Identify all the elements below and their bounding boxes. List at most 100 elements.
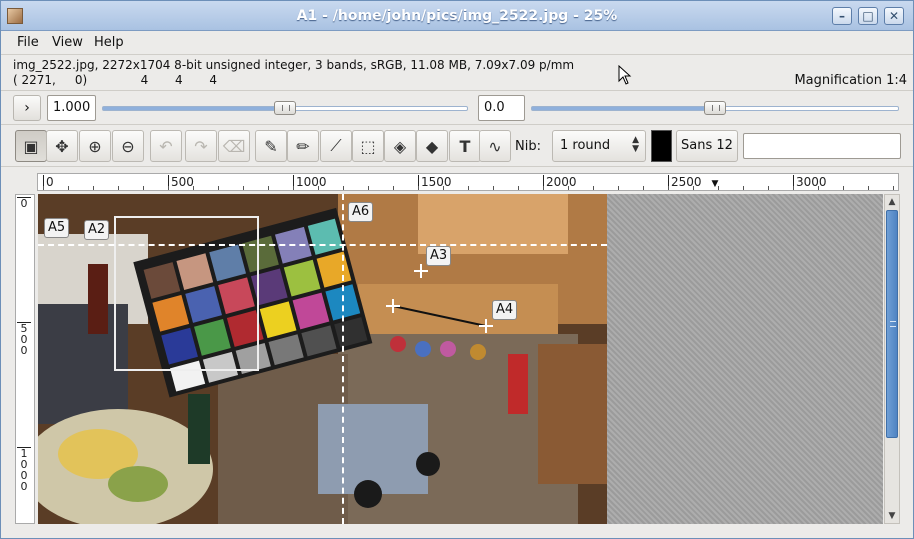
ruler-top-tick — [843, 186, 844, 190]
image-description: img_2522.jpg, 2272x1704 8-bit unsigned i… — [13, 58, 575, 72]
vertical-scrollbar[interactable]: ▲ ▼ — [884, 194, 900, 524]
ruler-top-label: 0 — [43, 175, 54, 190]
scroll-up-icon[interactable]: ▲ — [885, 195, 899, 209]
scrollbar-thumb[interactable] — [886, 210, 898, 438]
pixel-readout: ( 2271, 0) 4 4 4 — [13, 73, 217, 87]
ruler-top-tick — [268, 186, 269, 190]
ruler-top-tick — [168, 186, 169, 190]
ruler-top-tick — [518, 186, 519, 190]
close-button[interactable]: ✕ — [884, 7, 904, 25]
select-tool-button[interactable]: ▣ — [15, 130, 47, 162]
ruler-top-tick — [493, 186, 494, 190]
ruler-top-tick — [893, 186, 894, 190]
title-bar[interactable]: A1 - /home/john/pics/img_2522.jpg - 25% … — [1, 1, 913, 31]
redo-tool-button[interactable]: ↷ — [185, 130, 217, 162]
text-input[interactable] — [743, 133, 901, 159]
ruler-top-label: 500 — [168, 175, 194, 190]
pen-tool-button[interactable]: ✏ — [287, 130, 319, 162]
ruler-top-label: 2000 — [543, 175, 577, 190]
region-a4-line[interactable] — [38, 194, 607, 524]
scale-input[interactable]: 1.000 — [47, 95, 96, 121]
ruler-top-tick — [693, 186, 694, 190]
grip-icon — [890, 321, 896, 327]
paint-toolbar: Nib: 1 round ▲ ▼ Sans 12 ▣ ✥ ⊕ ⊖ ↶ ↷ ⌫ ✎ ✏ ⟋ ⬚ ◈ ◆ T ∿ — [1, 125, 913, 167]
line-icon: ⟋ — [330, 136, 342, 155]
zoom-out-icon: ⊖ — [121, 136, 135, 156]
ruler-top-tick — [118, 186, 119, 190]
region-label-a3[interactable]: A3 — [426, 246, 452, 266]
undo-tool-button[interactable]: ↶ — [150, 130, 182, 162]
ruler-top-tick — [93, 186, 94, 190]
ruler-top-tick — [218, 186, 219, 190]
font-button[interactable]: Sans 12 — [676, 130, 738, 162]
nib-select[interactable]: 1 round ▲ ▼ — [552, 130, 646, 162]
redo-icon: ↷ — [194, 136, 208, 156]
mouse-cursor-icon — [618, 65, 632, 85]
ruler-top-tick — [193, 186, 194, 190]
ruler-top-tick — [743, 186, 744, 190]
ruler-top-tick — [568, 186, 569, 190]
ruler-top-tick — [343, 186, 344, 190]
ruler-top-tick — [818, 186, 819, 190]
menu-help[interactable]: Help — [94, 35, 124, 50]
ruler-top-tick — [368, 186, 369, 190]
zoom-in-icon: ⊕ — [88, 136, 102, 156]
dropper-tool-button[interactable]: ✎ — [255, 130, 287, 162]
rect-select-tool-button[interactable]: ⬚ — [352, 130, 384, 162]
region-label-a5[interactable]: A5 — [44, 218, 70, 238]
ruler-top-tick — [643, 186, 644, 190]
vertical-ruler: 0 500 1000 — [15, 194, 35, 524]
horizontal-ruler: 0 500 1000 1500 2000 2500 3000 ▼ — [37, 173, 899, 191]
blob-fill-tool-button[interactable]: ◆ — [416, 130, 448, 162]
flood-fill-tool-button[interactable]: ◈ — [384, 130, 416, 162]
text-tool-button[interactable]: T — [449, 130, 481, 162]
nib-select-value: 1 round — [560, 138, 611, 153]
ruler-top-tick — [393, 186, 394, 190]
menu-file[interactable]: File — [17, 35, 39, 50]
image-info-bar: img_2522.jpg, 2272x1704 8-bit unsigned i… — [1, 55, 913, 91]
ruler-top-tick — [143, 186, 144, 190]
text-icon: T — [459, 136, 471, 156]
ruler-top-tick — [68, 186, 69, 190]
ruler-top-tick — [43, 186, 44, 190]
ruler-left-label: 500 — [17, 322, 31, 356]
pan-icon: ✥ — [55, 136, 69, 156]
line-tool-button[interactable]: ⟋ — [320, 130, 352, 162]
rect-select-icon: ⬚ — [360, 136, 376, 156]
ruler-left-label: 0 — [17, 197, 31, 209]
scroll-down-icon[interactable]: ▼ — [885, 509, 899, 523]
region-label-a4[interactable]: A4 — [492, 300, 518, 320]
application-window: A1 - /home/john/pics/img_2522.jpg - 25% … — [0, 0, 914, 539]
ruler-top-label: 1500 — [418, 175, 452, 190]
smudge-tool-button[interactable]: ∿ — [479, 130, 511, 162]
zoom-in-tool-button[interactable]: ⊕ — [79, 130, 111, 162]
smudge-icon: ∿ — [488, 136, 502, 156]
ruler-top-tick — [618, 186, 619, 190]
region-label-a2[interactable]: A2 — [84, 220, 110, 240]
expand-controls-button[interactable]: › — [13, 95, 41, 121]
pan-tool-button[interactable]: ✥ — [46, 130, 78, 162]
scale-slider-handle[interactable] — [274, 101, 296, 115]
ruler-top-tick — [243, 186, 244, 190]
clear-tool-button[interactable]: ⌫ — [218, 130, 250, 162]
menu-view[interactable]: View — [52, 35, 83, 50]
nib-label: Nib: — [515, 139, 541, 154]
ink-color-swatch[interactable] — [651, 130, 672, 162]
ruler-top-tick — [543, 186, 544, 190]
ruler-top-tick — [418, 186, 419, 190]
region-label-a6[interactable]: A6 — [348, 202, 374, 222]
minimize-button[interactable]: – — [832, 7, 852, 25]
maximize-button[interactable]: □ — [858, 7, 878, 25]
cursor-position-marker-icon: ▼ — [711, 179, 719, 189]
clear-icon: ⌫ — [222, 136, 246, 156]
ruler-top-label: 2500 — [668, 175, 702, 190]
menu-bar: File View Help — [1, 31, 913, 55]
ruler-top-label: 1000 — [293, 175, 327, 190]
ruler-top-tick — [768, 186, 769, 190]
flood-fill-icon: ◈ — [393, 136, 407, 156]
offset-slider-handle[interactable] — [704, 101, 726, 115]
ruler-top-tick — [868, 186, 869, 190]
image-viewport[interactable]: A5 A2 A6 A3 A4 — [38, 194, 883, 524]
offset-input[interactable]: 0.0 — [478, 95, 525, 121]
zoom-out-tool-button[interactable]: ⊖ — [112, 130, 144, 162]
